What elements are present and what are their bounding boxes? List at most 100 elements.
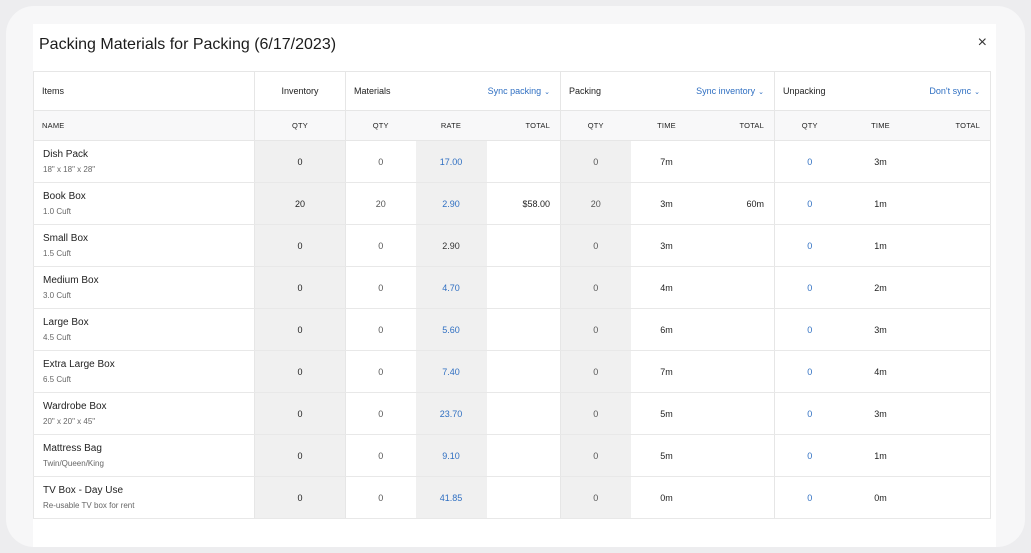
item-name: Large Box [43, 317, 89, 328]
materials-qty-cell: 0 [345, 392, 416, 435]
rate-cell[interactable]: 4.70 [415, 266, 487, 309]
table-row: TV Box - Day Use Re-usable TV box for ren… [33, 476, 991, 519]
item-size: 6.5 Cuft [43, 375, 72, 384]
item-cell: TV Box - Day Use Re-usable TV box for ren… [33, 476, 255, 519]
packing-total-cell: 60m [702, 182, 775, 225]
rate-cell[interactable]: 17.00 [415, 140, 487, 183]
materials-total-cell [486, 476, 561, 519]
rate-cell[interactable]: 41.85 [415, 476, 487, 519]
packing-total-cell [702, 392, 775, 435]
materials-qty-cell: 0 [345, 266, 416, 309]
unpacking-total-cell [916, 224, 991, 267]
packing-qty-cell: 0 [560, 392, 631, 435]
unpacking-total-cell [916, 140, 991, 183]
rate-cell[interactable]: 23.70 [415, 392, 487, 435]
col-unpacking-total: TOTAL [916, 110, 991, 141]
sync-inventory-label: Sync inventory [696, 86, 756, 96]
inventory-qty-cell[interactable]: 20 [254, 182, 346, 225]
unpacking-qty-cell[interactable]: 0 [774, 434, 845, 477]
materials-total-cell [486, 392, 561, 435]
item-name: Book Box [43, 191, 86, 202]
rate-cell[interactable]: 5.60 [415, 308, 487, 351]
table-row: Medium Box 3.0 Cuft 0 0 4.70 0 4m 0 2m [33, 266, 991, 309]
rate-cell[interactable]: 2.90 [415, 182, 487, 225]
inventory-qty-cell[interactable]: 0 [254, 308, 346, 351]
item-name: Small Box [43, 233, 89, 244]
rate-cell[interactable]: 9.10 [415, 434, 487, 477]
sync-packing-dropdown[interactable]: Sync packing ⌄ [415, 71, 561, 111]
unpacking-qty-cell[interactable]: 0 [774, 476, 845, 519]
group-packing: Packing [560, 71, 631, 111]
inventory-qty-cell[interactable]: 0 [254, 392, 346, 435]
item-cell: Wardrobe Box 20" x 20" x 45" [33, 392, 255, 435]
col-rate: RATE [415, 110, 487, 141]
materials-total-cell [486, 266, 561, 309]
table-row: Mattress Bag Twin/Queen/King 0 0 9.10 0 5m 0 1m [33, 434, 991, 477]
unpacking-qty-cell[interactable]: 0 [774, 140, 845, 183]
inventory-qty-cell[interactable]: 0 [254, 434, 346, 477]
materials-qty-cell: 0 [345, 140, 416, 183]
unpacking-total-cell [916, 392, 991, 435]
col-name: NAME [33, 110, 255, 141]
close-icon[interactable]: × [978, 34, 987, 52]
unpacking-qty-cell[interactable]: 0 [774, 392, 845, 435]
packing-qty-cell: 0 [560, 350, 631, 393]
packing-time-cell: 5m [630, 434, 703, 477]
packing-total-cell [702, 476, 775, 519]
packing-total-cell [702, 266, 775, 309]
group-inventory: Inventory [254, 71, 346, 111]
inventory-qty-cell[interactable]: 0 [254, 476, 346, 519]
packing-time-cell: 5m [630, 392, 703, 435]
materials-total-cell [486, 140, 561, 183]
table-row: Dish Pack 18" x 18" x 28" 0 0 17.00 0 7m 0 3m [33, 140, 991, 183]
inventory-qty-cell[interactable]: 0 [254, 140, 346, 183]
unpacking-time-cell: 0m [844, 476, 917, 519]
item-name: Dish Pack [43, 149, 89, 160]
item-name: Mattress Bag [43, 443, 102, 454]
screenshot-frame: Packing Materials for Packing (6/17/2023… [6, 6, 1025, 547]
packing-materials-modal: Packing Materials for Packing (6/17/2023… [33, 24, 996, 547]
table-row: Wardrobe Box 20" x 20" x 45" 0 0 23.70 0 5m 0 3m [33, 392, 991, 435]
materials-qty-cell: 0 [345, 434, 416, 477]
modal-header: Packing Materials for Packing (6/17/2023… [33, 24, 996, 70]
inventory-qty-cell[interactable]: 0 [254, 224, 346, 267]
packing-time-cell: 7m [630, 350, 703, 393]
item-size: 3.0 Cuft [43, 291, 72, 300]
unpacking-total-cell [916, 434, 991, 477]
packing-time-cell: 0m [630, 476, 703, 519]
unpacking-time-cell: 3m [844, 392, 917, 435]
packing-time-cell: 6m [630, 308, 703, 351]
packing-total-cell [702, 308, 775, 351]
packing-time-cell: 3m [630, 182, 703, 225]
packing-qty-cell: 0 [560, 308, 631, 351]
inventory-qty-cell[interactable]: 0 [254, 350, 346, 393]
group-header-row: Items Inventory Materials Sync packing ⌄ … [33, 71, 991, 111]
chevron-down-icon: ⌄ [544, 89, 550, 96]
packing-total-cell [702, 434, 775, 477]
unpacking-qty-cell[interactable]: 0 [774, 224, 845, 267]
unpacking-qty-cell[interactable]: 0 [774, 182, 845, 225]
unpacking-time-cell: 1m [844, 224, 917, 267]
inventory-qty-cell[interactable]: 0 [254, 266, 346, 309]
materials-total-cell [486, 434, 561, 477]
item-cell: Book Box 1.0 Cuft [33, 182, 255, 225]
item-cell: Large Box 4.5 Cuft [33, 308, 255, 351]
sync-packing-label: Sync packing [487, 86, 542, 96]
col-materials-total: TOTAL [486, 110, 561, 141]
unpacking-time-cell: 2m [844, 266, 917, 309]
dont-sync-dropdown[interactable]: Don't sync ⌄ [844, 71, 991, 111]
rate-cell[interactable]: 7.40 [415, 350, 487, 393]
unpacking-qty-cell[interactable]: 0 [774, 308, 845, 351]
dont-sync-label: Don't sync [929, 86, 972, 96]
unpacking-qty-cell[interactable]: 0 [774, 350, 845, 393]
col-unpacking-time: TIME [844, 110, 917, 141]
item-cell: Small Box 1.5 Cuft [33, 224, 255, 267]
packing-total-cell [702, 350, 775, 393]
packing-time-cell: 7m [630, 140, 703, 183]
packing-time-cell: 4m [630, 266, 703, 309]
item-size: Re-usable TV box for rent [43, 501, 135, 510]
unpacking-qty-cell[interactable]: 0 [774, 266, 845, 309]
unpacking-total-cell [916, 308, 991, 351]
sync-inventory-dropdown[interactable]: Sync inventory ⌄ [630, 71, 775, 111]
unpacking-total-cell [916, 182, 991, 225]
